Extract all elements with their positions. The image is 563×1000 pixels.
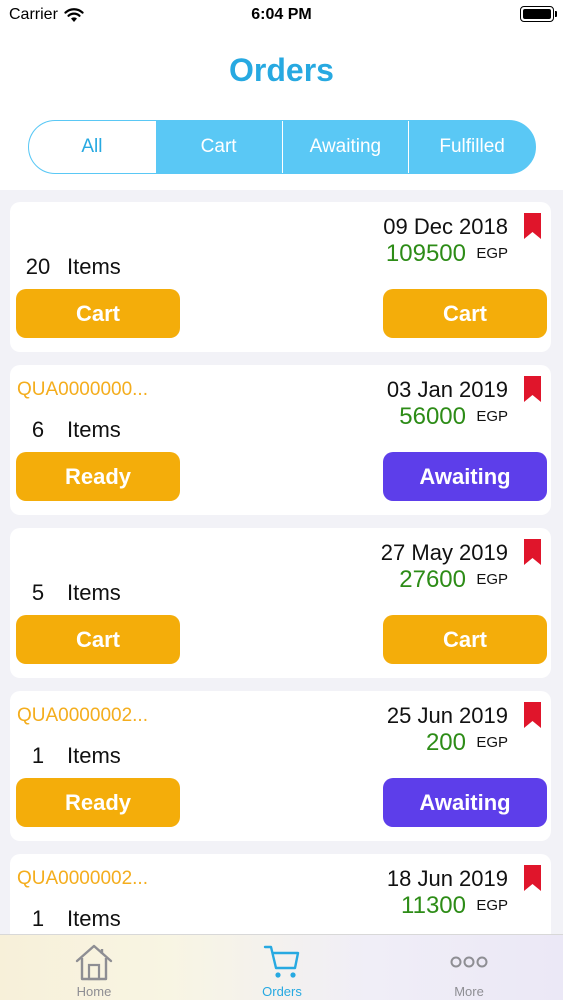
items-label: Items <box>67 254 121 279</box>
order-date: 09 Dec 2018 <box>383 214 508 239</box>
order-card[interactable]: QUA0000000... 6 Items 03 Jan 2019 56000 … <box>10 365 551 515</box>
bookmark-icon[interactable] <box>524 539 541 565</box>
items-label: Items <box>67 580 121 605</box>
tab-bar: Home Orders More <box>0 934 563 1000</box>
order-status-button[interactable]: Ready <box>16 778 180 827</box>
order-currency: EGP <box>476 245 508 262</box>
order-price: 27600 <box>399 566 466 593</box>
item-count: 1 <box>31 743 45 768</box>
tab-home[interactable]: Home <box>0 935 188 1000</box>
tab-more-label: More <box>454 984 484 999</box>
order-action-button[interactable]: Cart <box>383 289 547 338</box>
order-items: 5 Items <box>17 580 121 606</box>
item-count: 1 <box>31 906 45 931</box>
order-currency: EGP <box>476 734 508 751</box>
order-card[interactable]: 5 Items 27 May 2019 27600 EGP Cart Cart <box>10 528 551 678</box>
order-date: 18 Jun 2019 <box>386 866 508 891</box>
order-date: 03 Jan 2019 <box>386 377 508 402</box>
orders-list[interactable]: 20 Items 09 Dec 2018 109500 EGP Cart Car… <box>0 190 563 934</box>
home-icon <box>75 944 113 981</box>
order-items: 1 Items <box>17 743 121 769</box>
order-date: 25 Jun 2019 <box>386 703 508 728</box>
bookmark-icon[interactable] <box>524 376 541 402</box>
order-price: 200 <box>425 729 466 756</box>
bookmark-icon[interactable] <box>524 213 541 239</box>
order-status-button[interactable]: Cart <box>16 615 180 664</box>
tab-orders[interactable]: Orders <box>188 935 376 1000</box>
bookmark-icon[interactable] <box>524 702 541 728</box>
battery-icon <box>520 6 557 22</box>
order-card[interactable]: 20 Items 09 Dec 2018 109500 EGP Cart Car… <box>10 202 551 352</box>
order-reference: QUA0000002... <box>17 705 148 726</box>
filter-tab-all[interactable]: All <box>29 121 155 173</box>
more-icon <box>450 956 488 968</box>
cart-icon <box>263 945 300 978</box>
order-status-button[interactable]: Ready <box>16 452 180 501</box>
order-status-button[interactable]: Cart <box>16 289 180 338</box>
bookmark-icon[interactable] <box>524 865 541 891</box>
order-currency: EGP <box>476 571 508 588</box>
order-action-button[interactable]: Cart <box>383 615 547 664</box>
order-price: 109500 <box>385 240 466 267</box>
tab-home-label: Home <box>76 984 112 999</box>
order-items: 1 Items <box>17 906 121 932</box>
order-items: 20 Items <box>17 254 121 280</box>
order-price: 56000 <box>399 403 466 430</box>
order-currency: EGP <box>476 897 508 914</box>
page-title: Orders <box>229 52 334 88</box>
orders-header: Orders All Cart Awaiting Fulfilled <box>0 30 563 190</box>
item-count: 6 <box>31 417 45 442</box>
order-card[interactable]: QUA0000002... 1 Items 25 Jun 2019 200 EG… <box>10 691 551 841</box>
items-label: Items <box>67 417 121 442</box>
filter-tab-fulfilled[interactable]: Fulfilled <box>408 121 535 173</box>
order-currency: EGP <box>476 408 508 425</box>
order-action-button[interactable]: Awaiting <box>383 778 547 827</box>
items-label: Items <box>67 906 121 931</box>
filter-tab-cart[interactable]: Cart <box>154 121 282 173</box>
filter-segmented-control: All Cart Awaiting Fulfilled <box>28 120 536 174</box>
order-price: 11300 <box>401 892 466 919</box>
order-action-button[interactable]: Awaiting <box>383 452 547 501</box>
order-date: 27 May 2019 <box>380 540 508 565</box>
order-reference: QUA0000000... <box>17 379 148 400</box>
order-items: 6 Items <box>17 417 121 443</box>
order-card[interactable]: QUA0000002... 1 Items 18 Jun 2019 11300 … <box>10 854 551 934</box>
tab-more[interactable]: More <box>375 935 563 1000</box>
status-time: 6:04 PM <box>251 6 312 23</box>
items-label: Items <box>67 743 121 768</box>
tab-orders-label: Orders <box>262 984 302 999</box>
item-count: 5 <box>31 580 45 605</box>
status-bar: Carrier 6:04 PM <box>0 0 563 30</box>
order-reference: QUA0000002... <box>17 868 148 889</box>
filter-tab-awaiting[interactable]: Awaiting <box>281 121 409 173</box>
item-count: 20 <box>25 254 51 279</box>
